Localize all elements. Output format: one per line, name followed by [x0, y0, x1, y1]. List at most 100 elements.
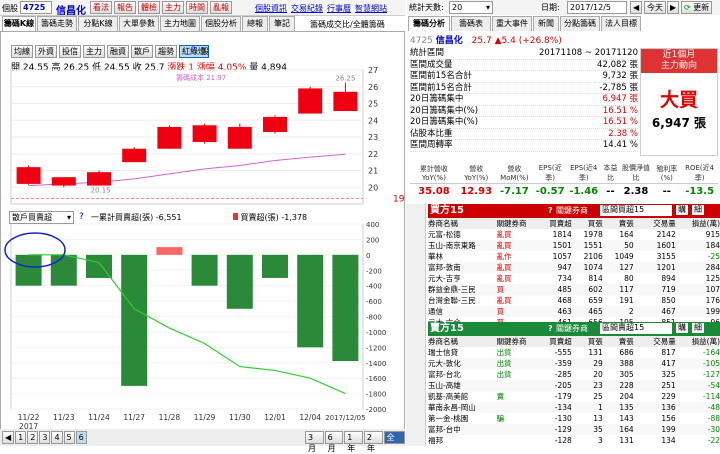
- tab-left-5[interactable]: 個股分析: [201, 16, 241, 31]
- tab-left-4[interactable]: 主力地圖: [160, 16, 200, 31]
- header-link-3[interactable]: 智慧網站: [355, 3, 387, 14]
- sell-cell: -30: [707, 425, 720, 434]
- tab-left-0[interactable]: 籌碼K線: [2, 16, 36, 31]
- tab-left-1[interactable]: 籌碼走勢: [37, 16, 77, 31]
- buy-btn-detail[interactable]: 細: [692, 205, 704, 215]
- buy-row[interactable]: 玉山-南京東路 亂買 1501 1551 50 1601 184: [428, 240, 720, 251]
- tab-right-3[interactable]: 新聞: [533, 16, 559, 31]
- buy-row[interactable]: 通信 買 463 465 2 467 199: [428, 306, 720, 317]
- next-date-button[interactable]: ▶: [667, 1, 680, 14]
- header-button-4[interactable]: 時間: [186, 1, 208, 14]
- header-button-0[interactable]: 看法: [90, 1, 112, 14]
- page-buttons: ◀ 1 2 3 4 5 6: [2, 431, 87, 444]
- info-code: 4725: [410, 36, 433, 46]
- buy-btn-buy[interactable]: 購: [676, 205, 688, 215]
- page-button-3[interactable]: 3: [39, 431, 51, 444]
- today-button[interactable]: 今天: [644, 1, 666, 14]
- buy-table-header: 買方15? 關鍵券商 區間買超15 購細: [428, 204, 720, 218]
- fin-header-4: EPS(近4季): [566, 163, 602, 184]
- page-button-6[interactable]: 6: [75, 431, 87, 444]
- sell-cell: 瑞士信貸: [428, 348, 458, 357]
- buy-row[interactable]: 群益金鼎-三民 買 485 602 117 719 107: [428, 284, 720, 295]
- sell-row[interactable]: 福邦 -128 3 131 134 -22: [428, 435, 720, 446]
- header-link-0[interactable]: 個股資訊: [255, 3, 287, 14]
- page-button-2[interactable]: 2: [27, 431, 39, 444]
- update-button[interactable]: ⟳ 更新: [681, 1, 713, 14]
- buy-cell: 亂作: [496, 252, 512, 261]
- tab-right-5[interactable]: 法人目標: [601, 16, 641, 31]
- range-button-0[interactable]: 3月: [305, 431, 324, 453]
- buy-cell: 915: [705, 230, 720, 239]
- sell-btn-buy[interactable]: 購: [676, 323, 688, 333]
- prev-date-button[interactable]: ◀: [630, 1, 643, 14]
- sell-cell: 玉山-高雄: [428, 381, 461, 390]
- buy-row[interactable]: 元大-吉亨 亂買 734 814 80 894 125: [428, 273, 720, 284]
- sell-cell: [497, 402, 537, 413]
- buy-row[interactable]: 元富-松德 亂買 1814 1978 164 2142 915: [428, 229, 720, 240]
- tab-right-0[interactable]: 籌碼分析: [408, 16, 450, 31]
- buy-row[interactable]: 華林 亂作 1057 2106 1049 3155 -25: [428, 251, 720, 262]
- header-button-1[interactable]: 報告: [114, 1, 136, 14]
- buy-cell: 80: [624, 274, 634, 283]
- sell-row[interactable]: 第一金-桃園 騙 -130 13 143 156 -88: [428, 413, 720, 424]
- date-input[interactable]: 2017/12/5: [567, 1, 627, 14]
- sell-cell: 156: [661, 414, 676, 423]
- buy-help-icon[interactable]: ?: [548, 204, 553, 218]
- sub-selector[interactable]: 散戶買賣超 ▾: [9, 211, 74, 224]
- sell-cell: 元大-敦化: [428, 359, 461, 368]
- tab-right-2[interactable]: 重大事件: [492, 16, 532, 31]
- page-prev-button[interactable]: ◀: [2, 431, 15, 444]
- period-select[interactable]: 20 ▾: [449, 1, 493, 14]
- sell-row[interactable]: 富邦-台北 出貨 -285 20 305 325 -127: [428, 369, 720, 380]
- buy-dropdown[interactable]: 區間買超15: [600, 205, 672, 216]
- header-link-1[interactable]: 交易紀錄: [291, 3, 323, 14]
- sub-help-icon[interactable]: ?: [79, 212, 84, 222]
- sell-row[interactable]: 凱基-高美館 賣 -179 25 204 229 -114: [428, 391, 720, 402]
- header-link-2[interactable]: 行事曆: [327, 3, 351, 14]
- chart-svg: 20 21 22 23 24 25 26 27 籌碼成本 21.97 20.15 26.25 19.3…: [4, 66, 404, 431]
- tab-left-7[interactable]: 筆記: [269, 16, 295, 31]
- sell-help-icon[interactable]: ?: [548, 322, 553, 336]
- candle-tick-label: 26: [368, 83, 378, 92]
- tab-left-2[interactable]: 分點K線: [78, 16, 118, 31]
- sell-cell: 出貨: [496, 359, 512, 368]
- range-button-2[interactable]: 1年: [344, 431, 363, 453]
- range-button-3[interactable]: 2年: [363, 431, 383, 453]
- cum-legend-value: -6,551: [155, 213, 182, 222]
- range-button-1[interactable]: 6月: [324, 431, 344, 453]
- sell-row[interactable]: 華南永昌-岡山 -134 1 135 136 -48: [428, 402, 720, 413]
- header-button-2[interactable]: 體檢: [138, 1, 160, 14]
- buy-cell: 1074: [583, 263, 603, 272]
- tab-left-6[interactable]: 總報: [242, 16, 268, 31]
- cum-legend-label: 一累計買賣超(張): [91, 213, 154, 222]
- stat-row: 統計區間 20171108 ~ 20171120: [410, 48, 638, 60]
- header-button-5[interactable]: 亂報: [210, 1, 232, 14]
- buy-table: 買方15? 關鍵券商 區間買超15 購細券商名稱 關鍵券商 買賣超 買張 賣張 交易量 損益(萬)…: [428, 204, 720, 328]
- sell-btn-detail[interactable]: 細: [692, 323, 704, 333]
- sell-dropdown[interactable]: 區間賣超15: [600, 323, 672, 334]
- sell-row[interactable]: 玉山-高雄 -205 23 228 251 -54: [428, 380, 720, 391]
- tab-left-3[interactable]: 大單參數: [119, 16, 159, 31]
- x-date-label: 11/24: [88, 413, 110, 422]
- sell-cell: -129: [554, 425, 572, 434]
- buy-row[interactable]: 台灣金聯-三民 亂買 468 659 191 850 176: [428, 295, 720, 306]
- tab-right-1[interactable]: 籌碼表: [451, 16, 491, 31]
- stock-name: 信昌化: [56, 6, 86, 17]
- page-button-5[interactable]: 5: [63, 431, 75, 444]
- sell-row[interactable]: 瑞士信貸 出貨 -555 131 686 817 -164: [428, 347, 720, 358]
- sell-cell: 25: [593, 392, 603, 401]
- buy-cell: 1057: [552, 252, 572, 261]
- sell-row[interactable]: 富邦-台中 -129 35 164 199 -30: [428, 424, 720, 435]
- page-button-1[interactable]: 1: [15, 431, 27, 444]
- range-button-4[interactable]: 全部: [383, 431, 405, 453]
- buy-cell: 1049: [614, 252, 634, 261]
- left-scroll-strip[interactable]: [406, 204, 426, 446]
- page-button-4[interactable]: 4: [51, 431, 63, 444]
- stock-code-input[interactable]: 4725: [20, 1, 52, 14]
- tab-right-4[interactable]: 分點籌碼: [560, 16, 600, 31]
- buy-row[interactable]: 富邦-敦南 亂買 947 1074 127 1201 284: [428, 262, 720, 273]
- header-button-3[interactable]: 主力: [162, 1, 184, 14]
- sell-cell: 251: [661, 381, 676, 390]
- flow-bar: [226, 254, 253, 309]
- sell-row[interactable]: 元大-敦化 出貨 -359 29 388 417 -105: [428, 358, 720, 369]
